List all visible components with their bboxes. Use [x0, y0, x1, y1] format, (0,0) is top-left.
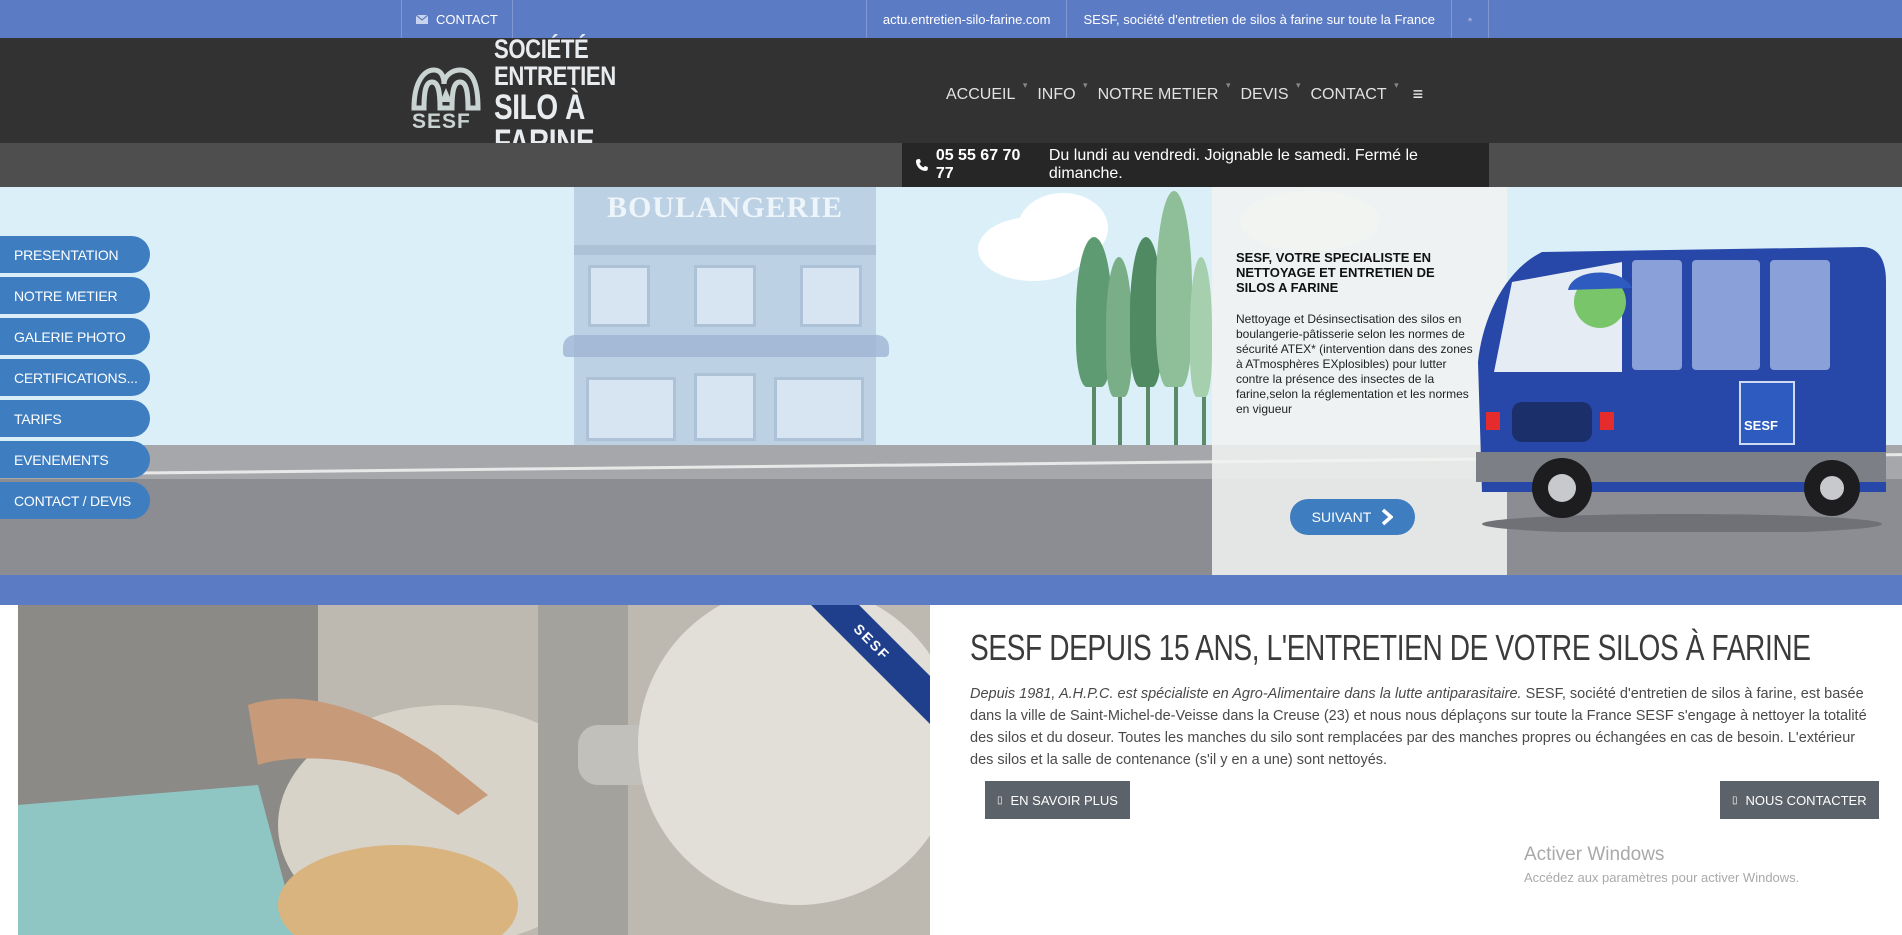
menu-icon[interactable]: ≡ — [1413, 84, 1424, 105]
topbar-contact-link[interactable]: CONTACT — [401, 0, 513, 38]
contact-us-label: NOUS CONTACTER — [1745, 792, 1867, 808]
phone-number[interactable]: 05 55 67 70 77 — [936, 147, 1041, 183]
opening-hours: Du lundi au vendredi. Joignable le samed… — [1048, 147, 1418, 182]
phone-strip: 05 55 67 70 77 Du lundi au vendredi. Joi… — [0, 143, 1902, 187]
bakery-awning — [563, 335, 889, 357]
top-bar: CONTACT actu.entretien-silo-farine.com S… — [0, 0, 1902, 38]
slide-heading: SESF, VOTRE SPECIALISTE EN NETTOYAGE ET … — [1236, 250, 1435, 295]
side-menu-item-notre-metier[interactable]: NOTRE METIER — [0, 277, 150, 314]
silo-cleaning-photo: SESF — [18, 605, 930, 935]
hero-slider: BOULANGERIE SESF, VOTRE SPECIALISTE EN N… — [0, 187, 1902, 575]
windows-activation-watermark: Activer Windows Accédez aux paramètres p… — [1524, 844, 1799, 885]
nav-item-label: ACCUEIL — [946, 85, 1016, 103]
home-icon — [1468, 17, 1472, 21]
logo-mark: SESF — [408, 62, 484, 134]
topbar-site-label: actu.entretien-silo-farine.com — [882, 11, 1051, 27]
envelope-icon — [416, 14, 428, 24]
caret-down-icon: ▾ — [1295, 79, 1301, 90]
learn-more-button[interactable]: ▯ EN SAVOIR PLUS — [985, 781, 1130, 819]
nav-item-notre-metier[interactable]: NOTRE METIER ▾ — [1097, 80, 1231, 104]
topbar-home-link[interactable] — [1451, 0, 1489, 38]
side-menu-label: EVENEMENTS — [14, 451, 109, 468]
square-icon: ▯ — [997, 794, 1003, 806]
nav-item-label: NOTRE METIER — [1097, 85, 1219, 103]
caret-down-icon: ▾ — [1225, 79, 1231, 90]
phone-icon — [916, 159, 928, 171]
chevron-right-icon — [1382, 508, 1394, 526]
watermark-subtitle: Accédez aux paramètres pour activer Wind… — [1524, 870, 1800, 885]
side-menu-label: CERTIFICATIONS... — [14, 369, 138, 386]
side-menu-item-tarifs[interactable]: TARIFS — [0, 400, 150, 437]
side-menu: PRESENTATION NOTRE METIER GALERIE PHOTO … — [0, 236, 150, 523]
side-menu-label: NOTRE METIER — [14, 287, 118, 304]
section-body: Depuis 1981, A.H.P.C. est spécialiste en… — [970, 683, 1882, 771]
main-header: SESF SOCIÉTÉ ENTRETIEN SILO À FARINE ACC… — [0, 36, 1902, 160]
section-intro-italic: Depuis 1981, A.H.P.C. est spécialiste en… — [970, 686, 1522, 702]
nav-item-label: INFO — [1037, 85, 1076, 103]
side-menu-item-galerie-photo[interactable]: GALERIE PHOTO — [0, 318, 150, 355]
nav-item-contact[interactable]: CONTACT ▾ — [1310, 80, 1398, 104]
phone-box: 05 55 67 70 77 Du lundi au vendredi. Joi… — [902, 143, 1489, 187]
logo-wordmark: SOCIÉTÉ ENTRETIEN SILO À FARINE — [494, 34, 658, 161]
side-menu-item-presentation[interactable]: PRESENTATION — [0, 236, 150, 273]
contact-us-button[interactable]: ▯ NOUS CONTACTER — [1720, 781, 1879, 819]
nav-item-label: DEVIS — [1240, 85, 1289, 103]
topbar-site-link[interactable]: actu.entretien-silo-farine.com — [865, 0, 1067, 38]
caret-down-icon: ▾ — [1083, 79, 1088, 90]
next-slide-button[interactable]: SUIVANT — [1290, 499, 1415, 535]
watermark-title: Activer Windows — [1524, 844, 1665, 865]
side-menu-label: GALERIE PHOTO — [14, 328, 126, 345]
side-menu-item-contact-devis[interactable]: CONTACT / DEVIS — [0, 482, 150, 519]
section-title: SESF DEPUIS 15 ANS, L'ENTRETIEN DE VOTRE… — [970, 627, 1811, 668]
van-logo-text: SESF — [1744, 418, 1778, 433]
bakery-sign: BOULANGERIE — [606, 191, 844, 224]
slide-description: Nettoyage et Désinsectisation des silos … — [1236, 312, 1473, 416]
intro-section: SESF DEPUIS 15 ANS, L'ENTRETIEN DE VOTRE… — [970, 627, 1882, 771]
caret-down-icon: ▾ — [1022, 79, 1028, 90]
nav-item-devis[interactable]: DEVIS ▾ — [1240, 80, 1300, 104]
logo-mark-text: SESF — [412, 110, 471, 133]
side-menu-item-evenements[interactable]: EVENEMENTS — [0, 441, 150, 478]
nav-item-accueil[interactable]: ACCUEIL ▾ — [946, 80, 1027, 104]
logo-line1: SOCIÉTÉ ENTRETIEN — [494, 34, 616, 91]
next-slide-label: SUIVANT — [1311, 509, 1372, 525]
bakery-illustration: BOULANGERIE — [574, 187, 876, 445]
section-divider — [0, 575, 1902, 605]
topbar-tagline-label: SESF, société d'entretien de silos à far… — [1083, 11, 1435, 27]
side-menu-label: PRESENTATION — [14, 246, 119, 263]
main-nav: ACCUEIL ▾ INFO ▾ NOTRE METIER ▾ DEVIS ▾ CONT… — [946, 80, 1424, 105]
side-menu-label: TARIFS — [14, 410, 62, 427]
side-menu-item-certifications[interactable]: CERTIFICATIONS... — [0, 359, 150, 396]
side-menu-label: CONTACT / DEVIS — [14, 492, 132, 509]
learn-more-label: EN SAVOIR PLUS — [1010, 792, 1118, 808]
topbar-contact-label: CONTACT — [436, 11, 498, 27]
van-illustration: SESF — [1472, 242, 1892, 534]
topbar-tagline[interactable]: SESF, société d'entretien de silos à far… — [1066, 0, 1451, 38]
caret-down-icon: ▾ — [1394, 79, 1399, 90]
square-icon: ▯ — [1732, 794, 1738, 806]
nav-item-label: CONTACT — [1310, 85, 1387, 103]
nav-item-info[interactable]: INFO ▾ — [1037, 80, 1087, 104]
site-logo[interactable]: SESF SOCIÉTÉ ENTRETIEN SILO À FARINE — [408, 36, 658, 160]
